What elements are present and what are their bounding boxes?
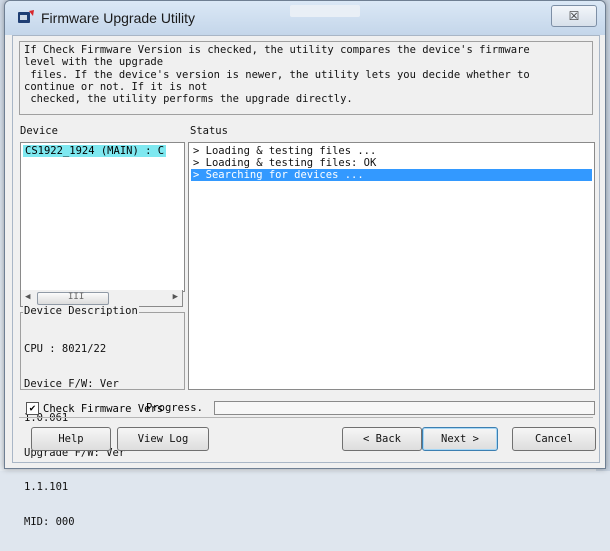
status-line-selected[interactable]: > Searching for devices ... (191, 169, 592, 181)
close-button[interactable]: ☒ (551, 5, 597, 27)
device-description-group: Device Description CPU : 8021/22 Device … (20, 305, 185, 527)
scroll-grip: III (68, 292, 85, 302)
cancel-button[interactable]: Cancel (512, 427, 596, 451)
device-label: Device (20, 125, 58, 137)
title-bar[interactable]: Firmware Upgrade Utility ☒ (5, 1, 605, 35)
dialog-client-area: If Check Firmware Version is checked, th… (12, 35, 600, 527)
next-button[interactable]: Next > (422, 427, 498, 451)
help-button[interactable]: Help (31, 427, 111, 451)
app-icon (18, 10, 34, 23)
scroll-thumb[interactable]: III (37, 292, 109, 305)
device-list-item[interactable]: CS1922_1924 (MAIN) : C (23, 145, 167, 157)
status-log[interactable]: > Loading & testing files ... > Loading … (188, 142, 595, 390)
check-firmware-option[interactable]: ✔ Check Firmware Versi (26, 402, 163, 415)
device-list[interactable]: CS1922_1924 (MAIN) : C (20, 142, 185, 292)
scroll-right-icon[interactable]: ▶ (173, 292, 178, 302)
title-bar-blur (290, 5, 360, 17)
scroll-left-icon[interactable]: ◀ (25, 292, 30, 302)
desc-device-fw: Device F/W: Ver (24, 377, 119, 390)
intro-description: If Check Firmware Version is checked, th… (19, 41, 593, 115)
desc-cpu: CPU : 8021/22 (24, 343, 107, 355)
view-log-button[interactable]: View Log (117, 427, 209, 451)
device-description-legend: Device Description (23, 305, 139, 318)
back-button[interactable]: < Back (342, 427, 422, 451)
status-line[interactable]: > Loading & testing files ... (191, 145, 592, 157)
desc-upgrade-fw-ver: 1.1.101 (24, 481, 69, 493)
firmware-upgrade-window: Firmware Upgrade Utility ☒ If Check Firm… (4, 0, 606, 527)
status-line[interactable]: > Loading & testing files: OK (191, 157, 592, 169)
window-title: Firmware Upgrade Utility (41, 10, 196, 26)
check-firmware-checkbox[interactable]: ✔ (26, 402, 39, 415)
progress-bar (214, 401, 595, 415)
status-label: Status (190, 125, 228, 137)
desc-mid: MID: 000 (24, 515, 75, 528)
progress-label: Progress. (146, 402, 203, 414)
check-firmware-label[interactable]: Check Firmware Versi (43, 403, 163, 415)
separator (19, 417, 593, 418)
